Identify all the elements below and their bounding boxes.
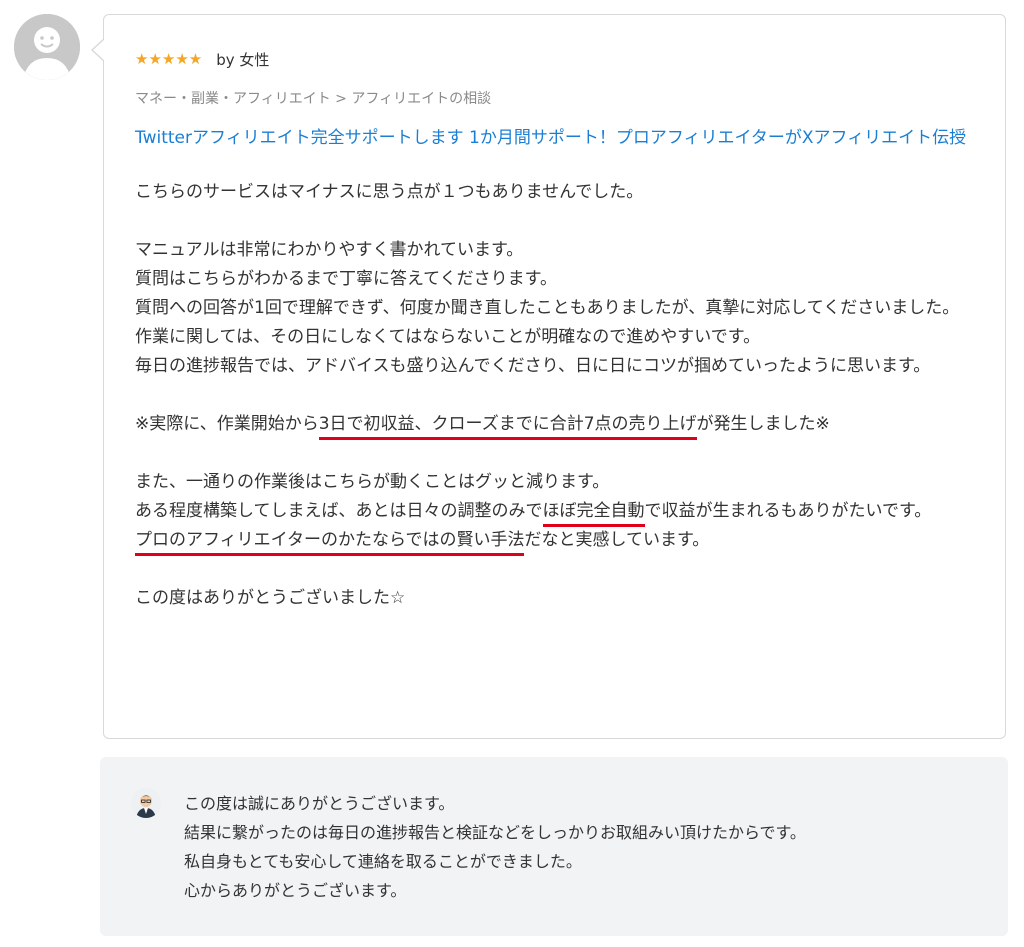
- service-title-link[interactable]: Twitterアフィリエイト完全サポートします 1か月間サポート！プロアフィリエ…: [135, 124, 980, 153]
- review-text: で収益が生まれるもありがたいです。: [644, 501, 932, 521]
- review-body: こちらのサービスはマイナスに思う点が１つもありませんでした。 マニュアルは非常に…: [135, 178, 985, 613]
- reply-line: 心からありがとうございます。: [184, 881, 407, 900]
- reply-line: 結果に繋がったのは毎日の進捗報告と検証などをしっかりお取組みい頂けたからです。: [184, 823, 806, 842]
- review-paragraph-highlight: ※実際に、作業開始から3日で初収益、クローズまでに合計7点の売り上げが発生しまし…: [135, 410, 985, 440]
- reviewer-avatar-icon: [14, 14, 80, 80]
- reply-line: この度は誠にありがとうございます。: [184, 794, 455, 813]
- review-line: こちらのサービスはマイナスに思う点が１つもありませんでした。: [135, 182, 644, 202]
- highlighted-text: ほぼ完全自動: [542, 501, 645, 527]
- review-line: また、一通りの作業後はこちらが動くことはグッと減ります。: [135, 472, 610, 492]
- review-paragraph-highlight: ある程度構築してしまえば、あとは日々の調整のみでほぼ完全自動で収益が生まれるもあ…: [135, 497, 985, 527]
- highlighted-text: 3日で初収益、クローズまでに合計7点の売り上げ: [318, 414, 697, 440]
- rating-row: ★★★★★ by 女性: [135, 48, 269, 70]
- seller-reply-text: この度は誠にありがとうございます。 結果に繋がったのは毎日の進捗報告と検証などを…: [184, 789, 984, 905]
- review-text: だなと実感しています。: [524, 530, 710, 550]
- review-card-pointer-inner: [93, 39, 105, 61]
- seller-avatar-icon: [131, 788, 161, 818]
- review-text: ある程度構築してしまえば、あとは日々の調整のみで: [135, 501, 543, 521]
- reply-line: 私自身もとても安心して連絡を取ることができました。: [184, 852, 582, 871]
- review-text: が発生しました※: [696, 414, 830, 434]
- highlighted-text: プロのアフィリエイターのかたならではの賢い手法: [135, 530, 525, 556]
- review-paragraph-highlight: プロのアフィリエイターのかたならではの賢い手法だなと実感しています。: [135, 526, 985, 556]
- review-paragraph: マニュアルは非常にわかりやすく書かれています。 質問はこちらがわかるまで丁寧に答…: [135, 240, 960, 376]
- review-closing: この度はありがとうございました☆: [135, 588, 406, 608]
- category-breadcrumb[interactable]: マネー・副業・アフィリエイト > アフィリエイトの相談: [135, 88, 491, 108]
- reviewer-label: by 女性: [216, 50, 270, 69]
- review-text: ※実際に、作業開始から: [135, 414, 319, 434]
- star-rating-icon: ★★★★★: [135, 50, 203, 68]
